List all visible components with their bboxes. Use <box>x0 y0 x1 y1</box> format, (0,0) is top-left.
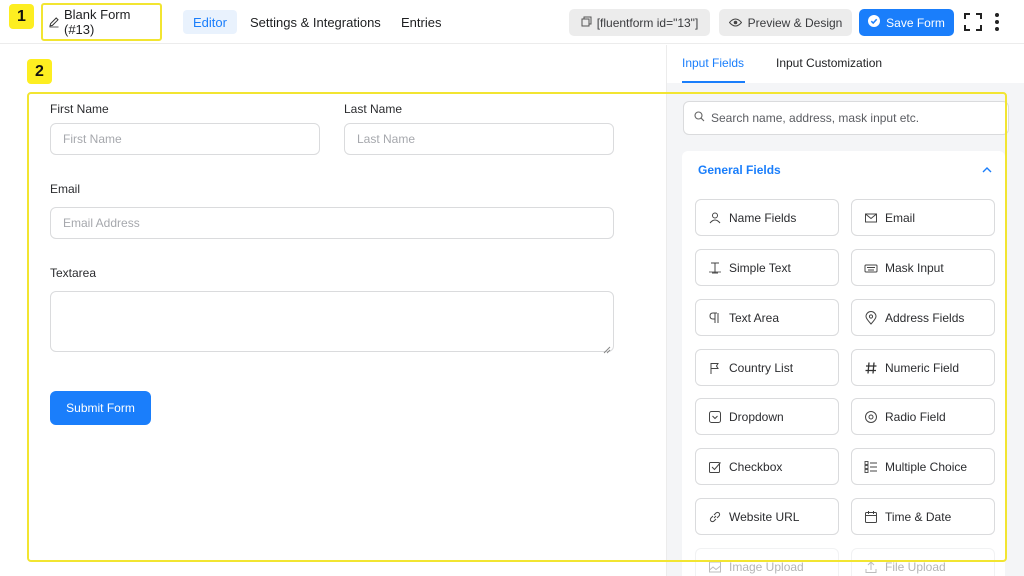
paragraph-icon <box>708 311 722 325</box>
keyboard-icon <box>864 261 878 275</box>
field-multiple-choice[interactable]: Multiple Choice <box>851 448 995 485</box>
field-label: Multiple Choice <box>885 459 968 474</box>
active-tab-indicator <box>682 81 745 83</box>
annotation-badge-2: 2 <box>27 59 52 84</box>
user-icon <box>708 211 722 225</box>
field-checkbox[interactable]: Checkbox <box>695 448 839 485</box>
fullscreen-icon[interactable] <box>963 12 983 32</box>
preview-design-label: Preview & Design <box>747 15 843 30</box>
save-form-label: Save Form <box>886 15 945 30</box>
field-label: Numeric Field <box>885 360 960 375</box>
top-bar: 1 Blank Form (#13) Editor Settings & Int… <box>0 0 1024 44</box>
field-label: Dropdown <box>729 409 784 424</box>
first-name-label: First Name <box>50 102 109 116</box>
email-input[interactable]: Email Address <box>50 207 614 239</box>
form-title[interactable]: Blank Form (#13) <box>41 3 162 41</box>
dropdown-icon <box>708 410 722 424</box>
last-name-label: Last Name <box>344 102 403 116</box>
field-search-input[interactable]: Search name, address, mask input etc. <box>683 101 1009 135</box>
shortcode-text: [fluentform id="13"] <box>596 15 699 30</box>
eye-icon <box>728 16 748 30</box>
tab-settings-integrations[interactable]: Settings & Integrations <box>240 10 391 34</box>
field-time-date[interactable]: Time & Date <box>851 498 995 535</box>
field-label: Website URL <box>729 509 800 524</box>
shortcode-copy-button[interactable]: [fluentform id="13"] <box>569 9 710 36</box>
field-website-url[interactable]: Website URL <box>695 498 839 535</box>
map-pin-icon <box>864 310 878 325</box>
form-title-text: Blank Form (#13) <box>64 7 131 37</box>
link-icon <box>708 510 722 524</box>
field-label: Image Upload <box>729 559 804 574</box>
search-placeholder: Search name, address, mask input etc. <box>711 111 920 125</box>
tab-entries[interactable]: Entries <box>391 10 451 34</box>
field-address-fields[interactable]: Address Fields <box>851 299 995 336</box>
field-label: Checkbox <box>729 459 783 474</box>
pencil-icon <box>48 16 60 28</box>
tab-input-customization[interactable]: Input Customization <box>776 56 882 70</box>
email-label: Email <box>50 182 81 196</box>
field-label: File Upload <box>885 559 946 574</box>
tab-editor[interactable]: Editor <box>183 10 237 34</box>
envelope-icon <box>864 211 878 225</box>
field-numeric-field[interactable]: Numeric Field <box>851 349 995 386</box>
field-label: Text Area <box>729 310 780 325</box>
checkbox-icon <box>708 460 722 474</box>
upload-icon <box>864 560 878 574</box>
more-menu-icon[interactable] <box>992 12 1002 32</box>
copy-icon <box>581 16 597 30</box>
field-label: Address Fields <box>885 310 965 325</box>
field-text-area[interactable]: Text Area <box>695 299 839 336</box>
last-name-input[interactable]: Last Name <box>344 123 614 155</box>
field-email[interactable]: Email <box>851 199 995 236</box>
preview-design-button[interactable]: Preview & Design <box>719 9 852 36</box>
field-label: Country List <box>729 360 794 375</box>
search-icon <box>694 111 711 125</box>
field-image-upload[interactable]: Image Upload <box>695 548 839 576</box>
textarea-input[interactable] <box>50 291 614 354</box>
image-icon <box>708 560 722 574</box>
general-fields-title[interactable]: General Fields <box>698 163 781 177</box>
list-icon <box>864 460 878 474</box>
field-label: Radio Field <box>885 409 946 424</box>
textarea-label: Textarea <box>50 266 97 280</box>
calendar-icon <box>864 510 878 524</box>
field-country-list[interactable]: Country List <box>695 349 839 386</box>
field-label: Time & Date <box>885 509 952 524</box>
chevron-up-icon[interactable] <box>981 163 993 175</box>
radio-icon <box>864 410 878 424</box>
field-mask-input[interactable]: Mask Input <box>851 249 995 286</box>
field-file-upload[interactable]: File Upload <box>851 548 995 576</box>
submit-form-button[interactable]: Submit Form <box>50 391 151 425</box>
check-circle-icon <box>868 15 886 30</box>
field-dropdown[interactable]: Dropdown <box>695 398 839 435</box>
field-radio-field[interactable]: Radio Field <box>851 398 995 435</box>
first-name-input[interactable]: First Name <box>50 123 320 155</box>
save-form-button[interactable]: Save Form <box>859 9 954 36</box>
text-cursor-icon <box>708 261 722 275</box>
field-label: Name Fields <box>729 210 797 225</box>
resize-grip-icon[interactable] <box>603 341 611 354</box>
tab-input-fields[interactable]: Input Fields <box>682 56 744 70</box>
field-simple-text[interactable]: Simple Text <box>695 249 839 286</box>
field-label: Mask Input <box>885 260 944 275</box>
flag-icon <box>708 361 722 375</box>
sidebar-tabs: Input Fields Input Customization <box>667 45 1024 83</box>
hash-icon <box>864 361 878 375</box>
field-label: Simple Text <box>729 260 791 275</box>
annotation-badge-1: 1 <box>9 4 34 29</box>
field-label: Email <box>885 210 916 225</box>
field-name-fields[interactable]: Name Fields <box>695 199 839 236</box>
